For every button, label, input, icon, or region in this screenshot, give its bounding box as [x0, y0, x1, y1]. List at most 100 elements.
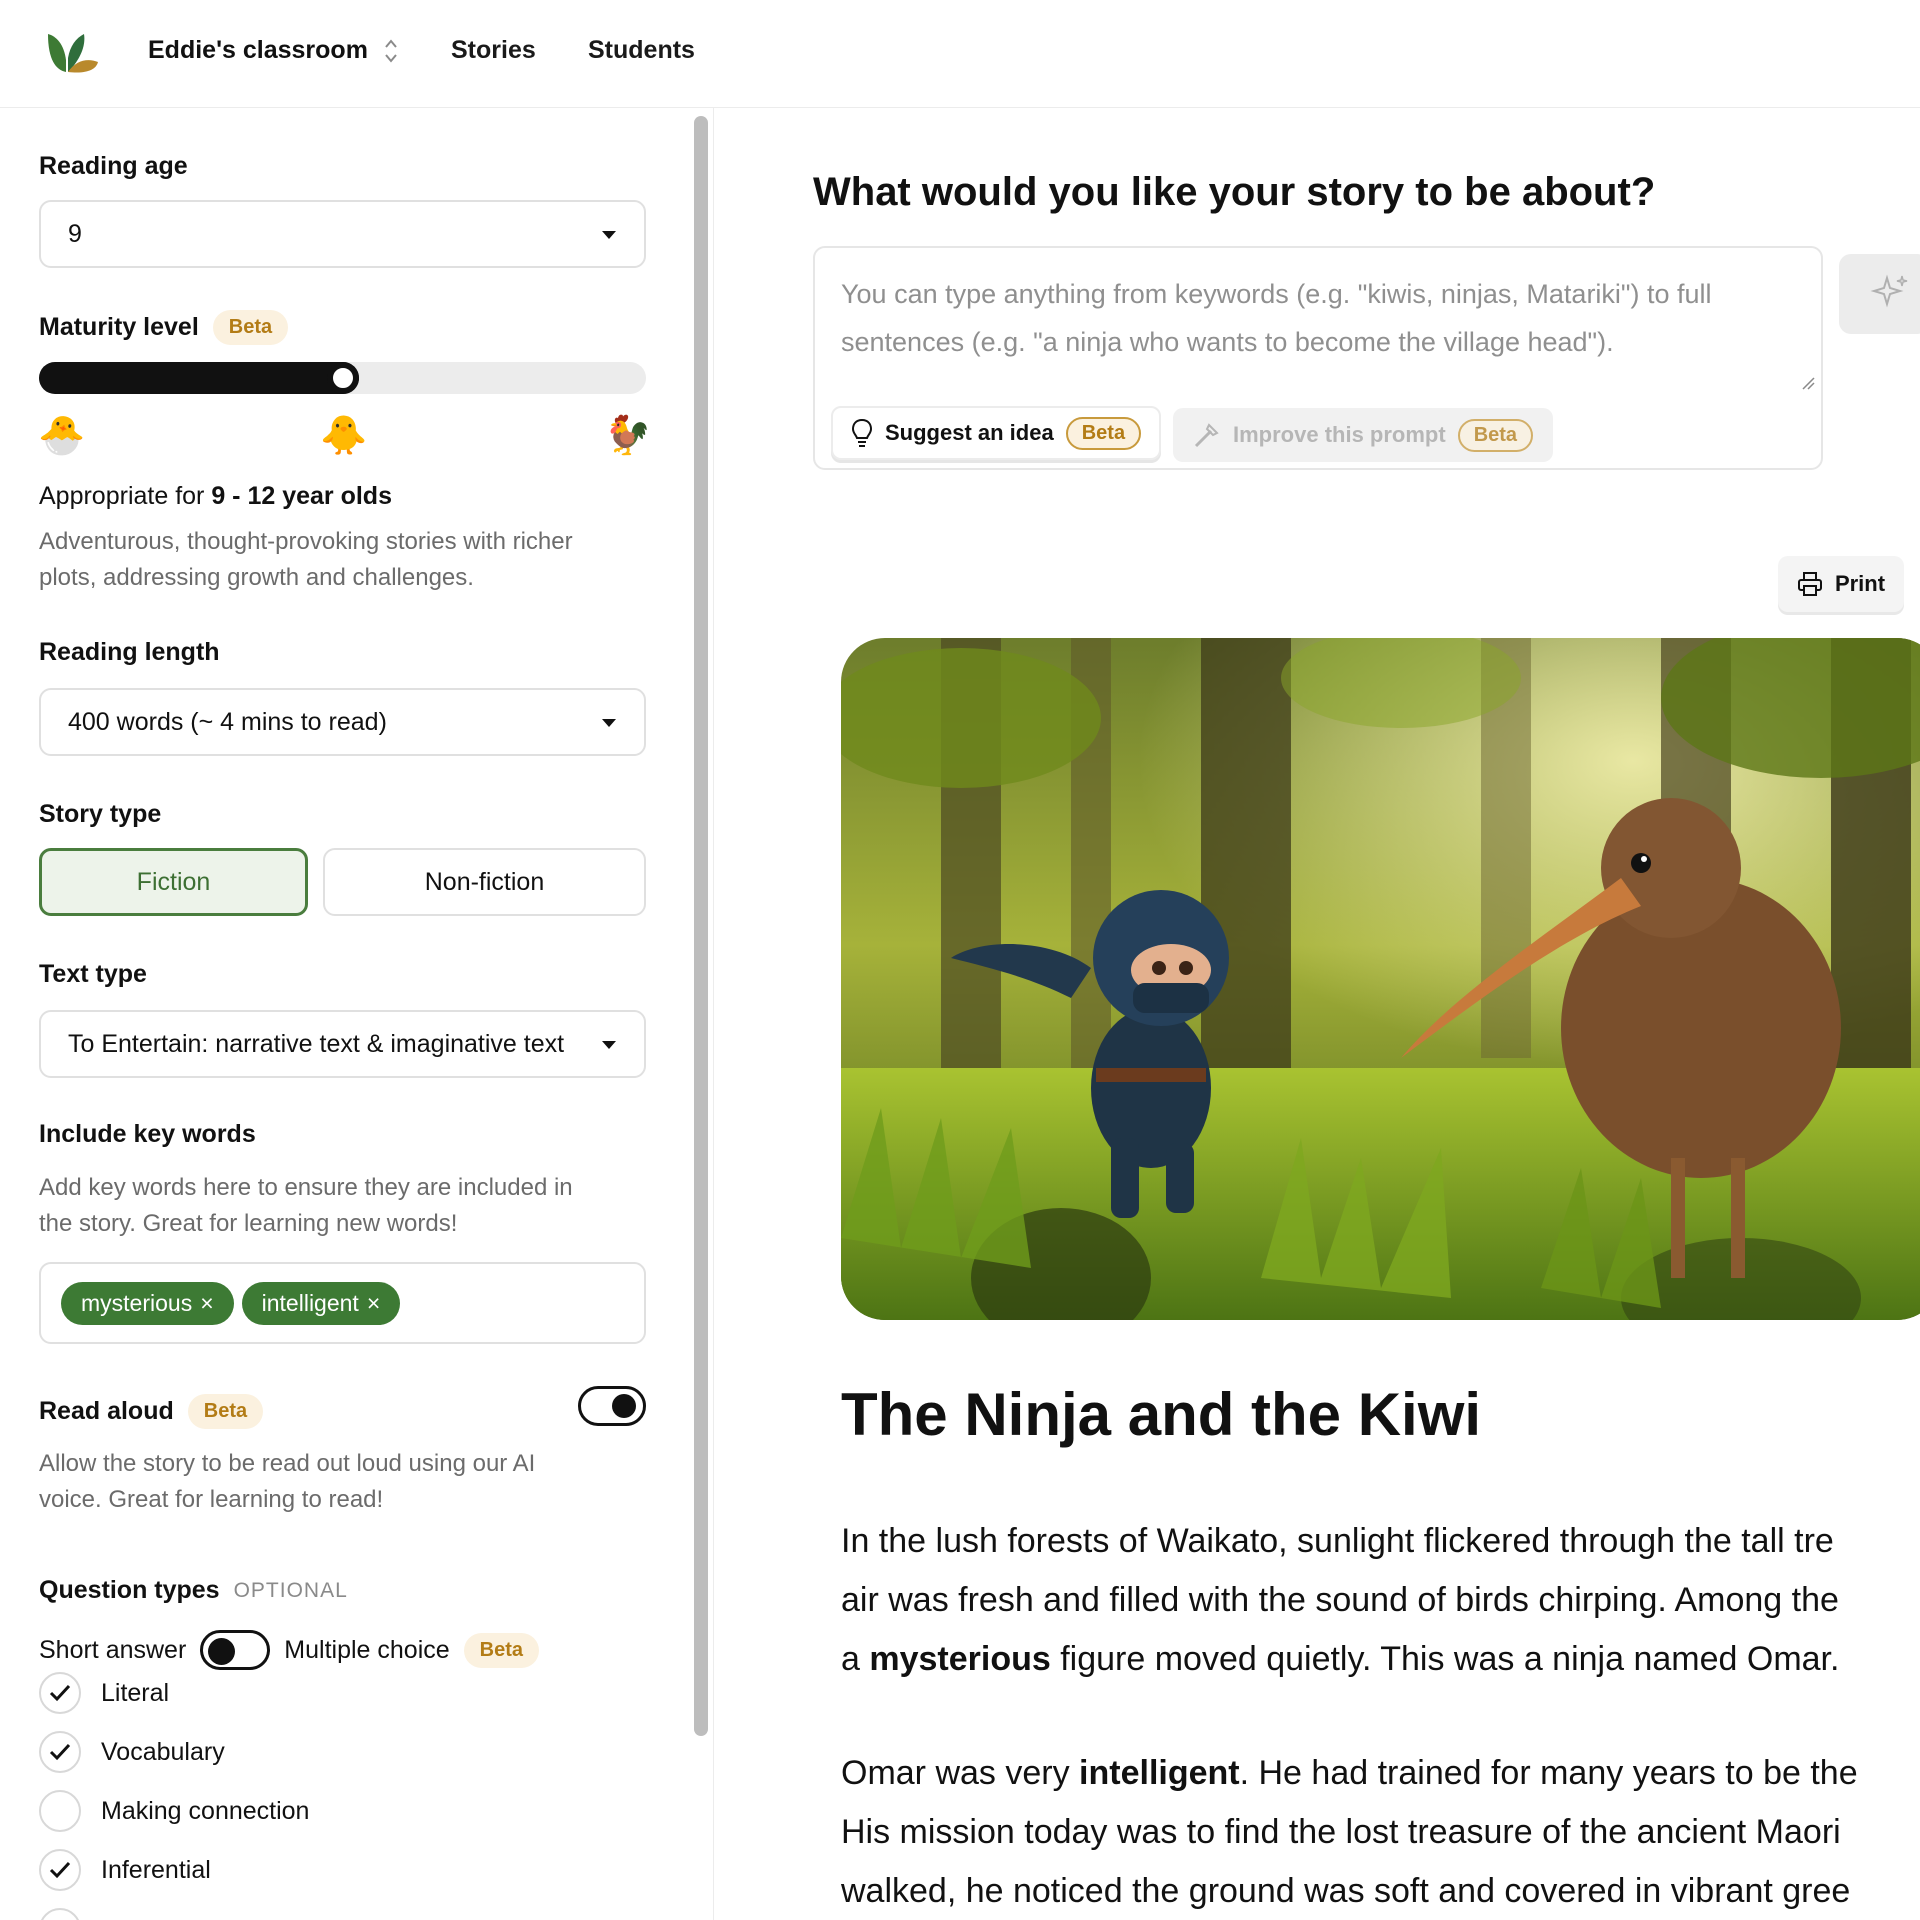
- reading-age-select[interactable]: 9: [39, 200, 646, 268]
- maturity-level-label: Maturity level Beta: [39, 310, 289, 345]
- remove-chip-icon[interactable]: ×: [367, 1290, 380, 1317]
- keyword-chip-label: mysterious: [81, 1289, 193, 1316]
- question-type-literal[interactable]: Literal: [39, 1672, 169, 1714]
- question-type-making-connection[interactable]: Making connection: [39, 1790, 309, 1832]
- checkmark-icon[interactable]: [39, 1672, 81, 1714]
- prompt-placeholder: You can type anything from keywords (e.g…: [841, 270, 1801, 366]
- story-main-panel: What would you like your story to be abo…: [715, 108, 1920, 1920]
- question-format-row: Short answer Multiple choice Beta: [39, 1630, 540, 1670]
- text-type-select[interactable]: To Entertain: narrative text & imaginati…: [39, 1010, 646, 1078]
- caret-down-icon: [602, 1041, 616, 1049]
- resize-handle-icon[interactable]: [1801, 376, 1815, 390]
- reading-age-value: 9: [68, 219, 82, 248]
- story-line: air was fresh and filled with the sound …: [841, 1581, 1839, 1619]
- reading-age-label-text: Reading age: [39, 152, 188, 180]
- classroom-switcher[interactable]: Eddie's classroom: [148, 36, 398, 65]
- remove-chip-icon[interactable]: ×: [200, 1290, 213, 1317]
- appropriate-prefix: Appropriate for: [39, 482, 212, 510]
- prompt-placeholder-line: sentences (e.g. "a ninja who wants to be…: [841, 327, 1614, 357]
- story-settings-sidebar: Reading age 9 Maturity level Beta 🐣 🐥 🐓 …: [0, 108, 714, 1920]
- story-illustration: [841, 638, 1920, 1320]
- question-type-label: Making connection: [101, 1796, 310, 1825]
- toggle-knob: [208, 1638, 236, 1665]
- read-aloud-label-text: Read aloud: [39, 1397, 174, 1425]
- prompt-question-heading: What would you like your story to be abo…: [813, 170, 1656, 214]
- sidebar-scrollbar[interactable]: [694, 116, 708, 1736]
- print-button[interactable]: Print: [1778, 556, 1904, 612]
- keyword-chip[interactable]: intelligent ×: [241, 1281, 401, 1325]
- key-words-input[interactable]: mysterious × intelligent ×: [39, 1262, 646, 1344]
- app-logo-icon[interactable]: [46, 30, 100, 74]
- question-type-vocabulary[interactable]: Vocabulary: [39, 1731, 225, 1773]
- story-keyword: mysterious: [869, 1640, 1051, 1678]
- chick-icon: 🐥: [320, 415, 368, 457]
- question-type-partial[interactable]: [39, 1908, 81, 1920]
- checkmark-icon[interactable]: [39, 1849, 81, 1891]
- keyword-chip[interactable]: mysterious ×: [61, 1281, 234, 1325]
- text-type-label: Text type: [39, 960, 147, 989]
- beta-badge: Beta: [463, 1632, 540, 1668]
- story-line: a mysterious figure moved quietly. This …: [841, 1630, 1920, 1689]
- story-line: Omar was very intelligent. He had traine…: [841, 1744, 1920, 1803]
- keyword-chip-label: intelligent: [261, 1289, 359, 1316]
- story-type-fiction-button[interactable]: Fiction: [39, 848, 308, 916]
- story-line: walked, he noticed the ground was soft a…: [841, 1872, 1851, 1910]
- question-type-label: Inferential: [101, 1855, 211, 1884]
- suggest-idea-button[interactable]: Suggest an idea Beta: [831, 406, 1162, 460]
- beta-badge: Beta: [212, 310, 289, 345]
- maturity-slider-thumb[interactable]: [326, 362, 359, 394]
- text-type-label-text: Text type: [39, 960, 147, 988]
- reading-length-select[interactable]: 400 words (~ 4 mins to read): [39, 688, 646, 756]
- sparkles-icon: [1870, 274, 1908, 308]
- empty-checkbox-icon[interactable]: [39, 1790, 81, 1832]
- magic-wand-icon: [1194, 423, 1219, 448]
- empty-checkbox-icon[interactable]: [39, 1908, 81, 1920]
- printer-icon: [1797, 572, 1822, 596]
- reading-length-label-text: Reading length: [39, 638, 220, 666]
- lightbulb-icon: [851, 418, 873, 447]
- read-aloud-toggle[interactable]: [578, 1386, 646, 1426]
- story-line: His mission today was to find the lost t…: [841, 1813, 1841, 1851]
- read-aloud-desc-line: voice. Great for learning to read!: [39, 1486, 384, 1513]
- generate-story-button[interactable]: [1839, 254, 1920, 334]
- short-answer-label: Short answer: [39, 1635, 187, 1664]
- story-prompt-textarea[interactable]: You can type anything from keywords (e.g…: [813, 246, 1823, 470]
- question-type-label: Literal: [101, 1678, 170, 1707]
- beta-badge: Beta: [1065, 416, 1142, 450]
- story-type-nonfiction-button[interactable]: Non-fiction: [323, 848, 646, 916]
- improve-prompt-label: Improve this prompt: [1233, 422, 1446, 447]
- beta-badge: Beta: [1457, 418, 1534, 452]
- story-text: . He had trained for many years to be th…: [1239, 1754, 1858, 1792]
- question-type-label: Vocabulary: [101, 1737, 225, 1766]
- reading-length-label: Reading length: [39, 638, 220, 667]
- story-line: In the lush forests of Waikato, sunlight…: [841, 1522, 1834, 1560]
- story-text: figure moved quietly. This was a ninja n…: [1050, 1640, 1840, 1678]
- read-aloud-description: Allow the story to be read out loud usin…: [39, 1446, 659, 1518]
- key-words-label: Include key words: [39, 1120, 256, 1149]
- maturity-appropriate-text: Appropriate for 9 - 12 year olds: [39, 478, 659, 514]
- nav-students[interactable]: Students: [588, 36, 695, 65]
- text-type-value: To Entertain: narrative text & imaginati…: [68, 1029, 565, 1058]
- top-header: Eddie's classroom Stories Students: [0, 0, 1920, 108]
- story-paragraph: In the lush forests of Waikato, sunlight…: [841, 1512, 1920, 1689]
- ninja-and-kiwi-illustration: [841, 638, 1920, 1320]
- maturity-slider-fill: [39, 362, 359, 394]
- print-label: Print: [1834, 571, 1886, 596]
- beta-badge: Beta: [187, 1394, 264, 1429]
- multiple-choice-label: Multiple choice: [284, 1635, 450, 1664]
- chevron-up-down-icon: [385, 38, 397, 63]
- rooster-icon: 🐓: [604, 415, 652, 457]
- question-types-label: Question types OPTIONAL: [39, 1576, 348, 1605]
- story-keyword: intelligent: [1079, 1754, 1240, 1792]
- reading-age-label: Reading age: [39, 152, 188, 181]
- story-title: The Ninja and the Kiwi: [841, 1381, 1482, 1448]
- reading-length-value: 400 words (~ 4 mins to read): [68, 707, 387, 736]
- improve-prompt-button[interactable]: Improve this prompt Beta: [1173, 408, 1554, 462]
- story-type-label: Story type: [39, 800, 161, 829]
- key-words-description: Add key words here to ensure they are in…: [39, 1170, 659, 1242]
- chick-hatching-icon: 🐣: [38, 415, 86, 457]
- question-format-toggle[interactable]: [200, 1630, 271, 1670]
- question-type-inferential[interactable]: Inferential: [39, 1849, 211, 1891]
- nav-stories[interactable]: Stories: [451, 36, 536, 65]
- checkmark-icon[interactable]: [39, 1731, 81, 1773]
